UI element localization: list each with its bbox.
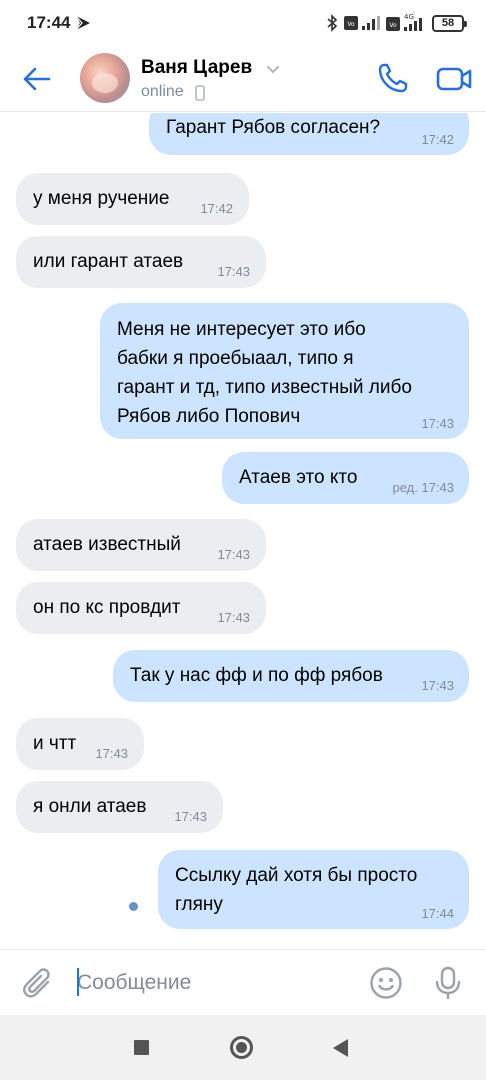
message-text: Атаев это кто (239, 467, 358, 488)
volte-signal-icon-1: Vo (344, 14, 380, 32)
message-bubble-incoming[interactable]: он по кс провдит 17:43 (16, 582, 266, 634)
paperclip-icon (23, 968, 50, 998)
message-composer (0, 949, 486, 1015)
message-bubble-incoming[interactable]: атаев известный 17:43 (16, 519, 266, 571)
message-text: он по кс провдит (33, 597, 181, 618)
message-time: 17:42 (421, 132, 454, 147)
back-triangle-icon[interactable] (333, 1039, 348, 1057)
video-camera-icon (436, 67, 472, 91)
message-time: 17:43 (217, 610, 250, 625)
status-time: 17:44 (27, 13, 71, 32)
message-bubble-incoming[interactable]: у меня ручение 17:42 (16, 173, 249, 225)
message-text: Ссылку дай хотя бы просто гляну (175, 865, 418, 915)
chevron-down-icon[interactable] (266, 62, 280, 80)
bluetooth-icon (326, 14, 338, 32)
contact-status: online (141, 83, 184, 100)
message-bubble-outgoing[interactable]: Атаев это кто ред. 17:43 (222, 452, 469, 504)
message-list[interactable]: Гарант Рябов согласен? 17:42 у меня руче… (0, 113, 486, 949)
unread-indicator-dot (129, 902, 138, 911)
message-time: 17:43 (421, 678, 454, 693)
message-time: 17:43 (217, 547, 250, 562)
message-text: у меня ручение (33, 188, 170, 209)
network-type-label: 4G (404, 13, 414, 21)
home-circle-icon[interactable] (230, 1036, 253, 1059)
text-cursor (77, 968, 79, 996)
recents-square-icon[interactable] (134, 1040, 149, 1055)
app-notification-icon (74, 14, 92, 37)
attach-button[interactable] (22, 967, 54, 1006)
message-time: 17:43 (421, 416, 454, 431)
message-text: атаев известный (33, 534, 181, 555)
message-text: я онли атаев (33, 796, 147, 817)
message-bubble-outgoing[interactable]: Гарант Рябов согласен? 17:42 (149, 113, 469, 155)
message-bubble-incoming[interactable]: и чтт 17:43 (16, 718, 144, 770)
message-bubble-outgoing[interactable]: Меня не интересует это ибо бабки я проеб… (100, 303, 469, 439)
phone-icon (378, 63, 408, 93)
volte-signal-icon-2: Vo 4G (386, 13, 426, 33)
message-text: или гарант атаев (33, 251, 184, 272)
back-button[interactable] (20, 62, 54, 96)
arrow-left-icon (23, 67, 51, 91)
message-bubble-incoming[interactable]: или гарант атаев 17:43 (16, 236, 266, 288)
chat-header: Ваня Царев online (0, 46, 486, 112)
message-time: 17:43 (95, 746, 128, 761)
message-text: Меня не интересует это ибо бабки я проеб… (117, 319, 412, 427)
status-indicators: Vo Vo 4G 58 (326, 12, 467, 34)
message-input[interactable] (77, 964, 357, 1002)
video-call-button[interactable] (436, 61, 472, 97)
call-button[interactable] (375, 60, 411, 96)
message-time: 17:43 (174, 809, 207, 824)
svg-text:Vo: Vo (347, 21, 355, 28)
message-time: 17:42 (200, 201, 233, 216)
message-time: ред. 17:43 (392, 480, 454, 495)
message-time: 17:44 (421, 906, 454, 921)
contact-name[interactable]: Ваня Царев (141, 57, 252, 79)
voice-message-button[interactable] (433, 966, 463, 1005)
message-bubble-incoming[interactable]: я онли атаев 17:43 (16, 781, 223, 833)
message-text: Гарант Рябов согласен? (166, 117, 381, 138)
contact-avatar[interactable] (80, 53, 130, 103)
message-time: 17:43 (217, 264, 250, 279)
message-bubble-outgoing[interactable]: Ссылку дай хотя бы просто гляну 17:44 (158, 850, 469, 929)
message-bubble-outgoing[interactable]: Так у нас фф и по фф рябов 17:43 (113, 650, 469, 702)
smiley-icon (370, 967, 402, 999)
emoji-button[interactable] (369, 966, 403, 1005)
battery-indicator: 58 (432, 14, 467, 32)
message-text: и чтт (33, 733, 77, 754)
microphone-icon (435, 966, 461, 1000)
status-bar: 17:44 Vo Vo 4G 58 (0, 0, 486, 46)
system-navigation-bar (0, 1015, 486, 1080)
mobile-device-icon (195, 85, 205, 106)
message-text: Так у нас фф и по фф рябов (130, 665, 383, 686)
battery-level: 58 (441, 17, 455, 29)
svg-text:Vo: Vo (389, 22, 397, 29)
